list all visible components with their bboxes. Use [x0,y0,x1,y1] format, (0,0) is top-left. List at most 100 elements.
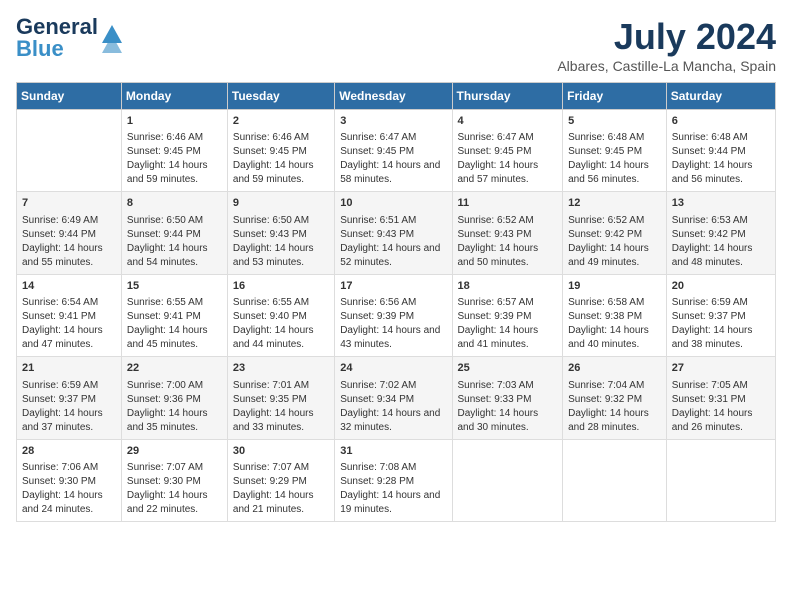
calendar-cell: 3Sunrise: 6:47 AMSunset: 9:45 PMDaylight… [335,110,452,192]
header: GeneralBlue July 2024 Albares, Castille-… [16,16,776,74]
sunset-text: Sunset: 9:42 PM [672,228,770,242]
day-number: 24 [340,361,446,376]
calendar-cell: 13Sunrise: 6:53 AMSunset: 9:42 PMDayligh… [666,192,775,274]
daylight-text: Daylight: 14 hours and 47 minutes. [22,324,116,352]
day-number: 19 [568,279,661,294]
calendar-week-2: 7 Sunrise: 6:49 AMSunset: 9:44 PM Daylight… [17,192,776,274]
daylight-text: Daylight: 14 hours and 53 minutes. [233,242,329,270]
day-number: 23 [233,361,329,376]
calendar-cell: 27Sunrise: 7:05 AMSunset: 9:31 PMDayligh… [666,357,775,439]
sunrise-text: Sunrise: 6:53 AM [672,214,770,228]
calendar-header-row: Sunday Monday Tuesday Wednesday Thursday… [17,83,776,110]
sunset-text: Sunset: 9:32 PM [568,393,661,407]
sunset-text: Sunset: 9:42 PM [568,228,661,242]
calendar-cell: 10Sunrise: 6:51 AMSunset: 9:43 PMDayligh… [335,192,452,274]
sunrise-text: Sunrise: 6:49 AM [22,214,116,228]
location-subtitle: Albares, Castille-La Mancha, Spain [557,58,776,74]
sunset-text: Sunset: 9:45 PM [340,145,446,159]
header-wednesday: Wednesday [335,83,452,110]
daylight-text: Daylight: 14 hours and 56 minutes. [672,159,770,187]
sunset-text: Sunset: 9:45 PM [233,145,329,159]
day-number: 18 [458,279,558,294]
day-number: 26 [568,361,661,376]
sunrise-text: Sunrise: 6:50 AM [127,214,222,228]
sunset-text: Sunset: 9:38 PM [568,310,661,324]
sunrise-text: Sunrise: 7:02 AM [340,379,446,393]
sunset-text: Sunset: 9:44 PM [22,228,116,242]
sunrise-text: Sunrise: 6:59 AM [22,379,116,393]
calendar-cell: 20Sunrise: 6:59 AMSunset: 9:37 PMDayligh… [666,274,775,356]
daylight-text: Daylight: 14 hours and 22 minutes. [127,489,222,517]
sunrise-text: Sunrise: 7:03 AM [458,379,558,393]
calendar-table: Sunday Monday Tuesday Wednesday Thursday… [16,82,776,522]
daylight-text: Daylight: 14 hours and 41 minutes. [458,324,558,352]
sunrise-text: Sunrise: 6:47 AM [340,131,446,145]
daylight-text: Daylight: 14 hours and 28 minutes. [568,407,661,435]
month-year-title: July 2024 [557,16,776,58]
daylight-text: Daylight: 14 hours and 44 minutes. [233,324,329,352]
header-thursday: Thursday [452,83,563,110]
day-number: 5 [568,114,661,129]
day-number: 7 [22,196,116,211]
day-number: 28 [22,444,116,459]
header-tuesday: Tuesday [227,83,334,110]
sunrise-text: Sunrise: 6:58 AM [568,296,661,310]
daylight-text: Daylight: 14 hours and 57 minutes. [458,159,558,187]
sunrise-text: Sunrise: 6:46 AM [127,131,222,145]
calendar-week-1: 1Sunrise: 6:46 AMSunset: 9:45 PMDaylight… [17,110,776,192]
daylight-text: Daylight: 14 hours and 33 minutes. [233,407,329,435]
day-number: 15 [127,279,222,294]
calendar-cell: 14Sunrise: 6:54 AMSunset: 9:41 PMDayligh… [17,274,122,356]
sunset-text: Sunset: 9:45 PM [568,145,661,159]
calendar-cell: 16Sunrise: 6:55 AMSunset: 9:40 PMDayligh… [227,274,334,356]
sunset-text: Sunset: 9:35 PM [233,393,329,407]
sunrise-text: Sunrise: 7:00 AM [127,379,222,393]
calendar-cell [666,439,775,521]
calendar-cell: 19Sunrise: 6:58 AMSunset: 9:38 PMDayligh… [563,274,667,356]
header-sunday: Sunday [17,83,122,110]
sunrise-text: Sunrise: 7:01 AM [233,379,329,393]
logo-text: GeneralBlue [16,16,98,60]
day-number: 13 [672,196,770,211]
logo-arrow-icon [100,23,124,53]
daylight-text: Daylight: 14 hours and 38 minutes. [672,324,770,352]
header-saturday: Saturday [666,83,775,110]
calendar-week-5: 28Sunrise: 7:06 AMSunset: 9:30 PMDayligh… [17,439,776,521]
calendar-cell: 12Sunrise: 6:52 AMSunset: 9:42 PMDayligh… [563,192,667,274]
calendar-cell: 30Sunrise: 7:07 AMSunset: 9:29 PMDayligh… [227,439,334,521]
calendar-cell: 24Sunrise: 7:02 AMSunset: 9:34 PMDayligh… [335,357,452,439]
calendar-cell: 23 Sunrise: 7:01 AMSunset: 9:35 PMDayligh… [227,357,334,439]
sunset-text: Sunset: 9:39 PM [458,310,558,324]
calendar-week-4: 21Sunrise: 6:59 AMSunset: 9:37 PMDayligh… [17,357,776,439]
daylight-text: Daylight: 14 hours and 30 minutes. [458,407,558,435]
daylight-text: Daylight: 14 hours and 59 minutes. [233,159,329,187]
sunset-text: Sunset: 9:28 PM [340,475,446,489]
sunrise-text: Sunrise: 6:52 AM [568,214,661,228]
calendar-cell: 2Sunrise: 6:46 AMSunset: 9:45 PMDaylight… [227,110,334,192]
sunrise-text: Sunrise: 7:05 AM [672,379,770,393]
daylight-text: Daylight: 14 hours and 19 minutes. [340,489,446,517]
calendar-cell: 21Sunrise: 6:59 AMSunset: 9:37 PMDayligh… [17,357,122,439]
sunset-text: Sunset: 9:45 PM [458,145,558,159]
calendar-cell [17,110,122,192]
calendar-cell: 6Sunrise: 6:48 AMSunset: 9:44 PMDaylight… [666,110,775,192]
calendar-cell [563,439,667,521]
sunset-text: Sunset: 9:37 PM [672,310,770,324]
day-number: 3 [340,114,446,129]
calendar-cell: 1Sunrise: 6:46 AMSunset: 9:45 PMDaylight… [121,110,227,192]
sunrise-text: Sunrise: 7:07 AM [127,461,222,475]
sunset-text: Sunset: 9:37 PM [22,393,116,407]
calendar-cell: 26Sunrise: 7:04 AMSunset: 9:32 PMDayligh… [563,357,667,439]
daylight-text: Daylight: 14 hours and 37 minutes. [22,407,116,435]
daylight-text: Daylight: 14 hours and 43 minutes. [340,324,446,352]
sunset-text: Sunset: 9:43 PM [340,228,446,242]
day-number: 14 [22,279,116,294]
sunset-text: Sunset: 9:33 PM [458,393,558,407]
daylight-text: Daylight: 14 hours and 50 minutes. [458,242,558,270]
sunset-text: Sunset: 9:41 PM [127,310,222,324]
day-number: 8 [127,196,222,211]
sunrise-text: Sunrise: 6:47 AM [458,131,558,145]
daylight-text: Daylight: 14 hours and 35 minutes. [127,407,222,435]
day-number: 22 [127,361,222,376]
calendar-cell: 28Sunrise: 7:06 AMSunset: 9:30 PMDayligh… [17,439,122,521]
